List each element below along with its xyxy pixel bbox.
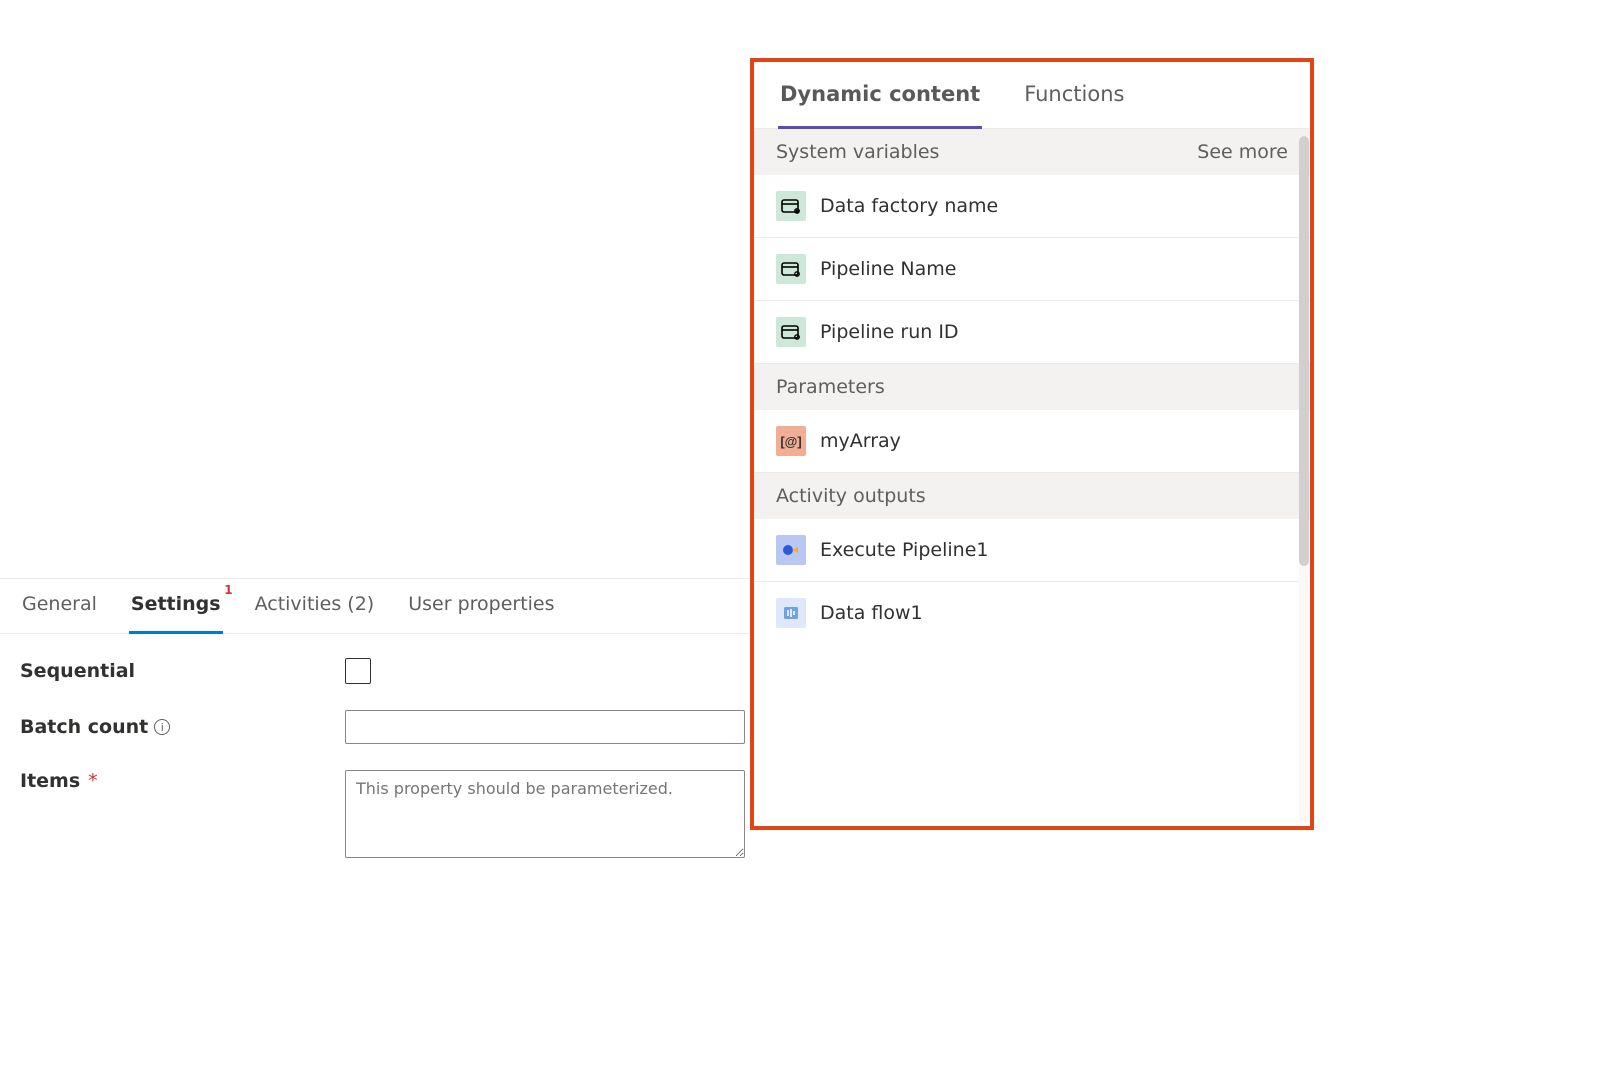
tab-settings-badge: 1 bbox=[224, 583, 232, 597]
label-batch-count-text: Batch count bbox=[20, 716, 148, 738]
settings-form: Sequential Batch count i Items * bbox=[0, 634, 780, 908]
item-pipeline-name[interactable]: Pipeline Name bbox=[754, 238, 1310, 301]
section-header-parameters: Parameters bbox=[754, 364, 1310, 410]
sequential-checkbox[interactable] bbox=[345, 658, 371, 684]
row-sequential: Sequential bbox=[20, 658, 760, 684]
factory-icon bbox=[776, 254, 806, 284]
dynamic-content-tabs: Dynamic content Functions bbox=[754, 62, 1310, 129]
item-label: Execute Pipeline1 bbox=[820, 539, 988, 561]
section-title-parameters: Parameters bbox=[776, 376, 885, 398]
dynamic-content-panel: Dynamic content Functions System variabl… bbox=[750, 58, 1314, 830]
tab-activities[interactable]: Activities (2) bbox=[253, 593, 377, 633]
tab-functions[interactable]: Functions bbox=[1022, 82, 1126, 128]
required-asterisk: * bbox=[88, 770, 98, 792]
section-header-activity-outputs: Activity outputs bbox=[754, 473, 1310, 519]
label-sequential: Sequential bbox=[20, 660, 345, 682]
see-more-system-variables[interactable]: See more bbox=[1197, 141, 1288, 163]
row-items: Items * bbox=[20, 770, 760, 858]
tab-settings[interactable]: Settings 1 bbox=[129, 593, 223, 633]
items-input[interactable] bbox=[345, 770, 745, 858]
tab-user-properties[interactable]: User properties bbox=[406, 593, 556, 633]
info-icon[interactable]: i bbox=[154, 719, 170, 735]
item-data-flow1[interactable]: Data flow1 bbox=[754, 582, 1310, 644]
row-batch-count: Batch count i bbox=[20, 710, 760, 744]
panel-scrollbar[interactable] bbox=[1299, 136, 1309, 822]
label-items: Items * bbox=[20, 770, 345, 792]
label-batch-count: Batch count i bbox=[20, 716, 345, 738]
item-label: Data factory name bbox=[820, 195, 998, 217]
item-label: Pipeline Name bbox=[820, 258, 956, 280]
param-icon: [@] bbox=[776, 426, 806, 456]
tab-settings-label: Settings bbox=[131, 593, 221, 615]
item-label: Pipeline run ID bbox=[820, 321, 959, 343]
section-title-system-variables: System variables bbox=[776, 141, 939, 163]
batch-count-input[interactable] bbox=[345, 710, 745, 744]
panel-scrollbar-thumb[interactable] bbox=[1299, 136, 1309, 566]
section-header-system-variables: System variables See more bbox=[754, 129, 1310, 175]
factory-icon bbox=[776, 317, 806, 347]
item-myarray[interactable]: [@] myArray bbox=[754, 410, 1310, 473]
item-label: myArray bbox=[820, 430, 901, 452]
item-label: Data flow1 bbox=[820, 602, 923, 624]
label-items-text: Items bbox=[20, 770, 80, 792]
exec-pipeline-icon bbox=[776, 535, 806, 565]
section-title-activity-outputs: Activity outputs bbox=[776, 485, 926, 507]
item-execute-pipeline1[interactable]: Execute Pipeline1 bbox=[754, 519, 1310, 582]
tab-general[interactable]: General bbox=[20, 593, 99, 633]
item-pipeline-run-id[interactable]: Pipeline run ID bbox=[754, 301, 1310, 364]
item-data-factory-name[interactable]: Data factory name bbox=[754, 175, 1310, 238]
dataflow-icon bbox=[776, 598, 806, 628]
properties-panel: General Settings 1 Activities (2) User p… bbox=[0, 578, 780, 908]
properties-tabs: General Settings 1 Activities (2) User p… bbox=[0, 579, 780, 634]
tab-dynamic-content[interactable]: Dynamic content bbox=[778, 82, 982, 128]
factory-icon bbox=[776, 191, 806, 221]
